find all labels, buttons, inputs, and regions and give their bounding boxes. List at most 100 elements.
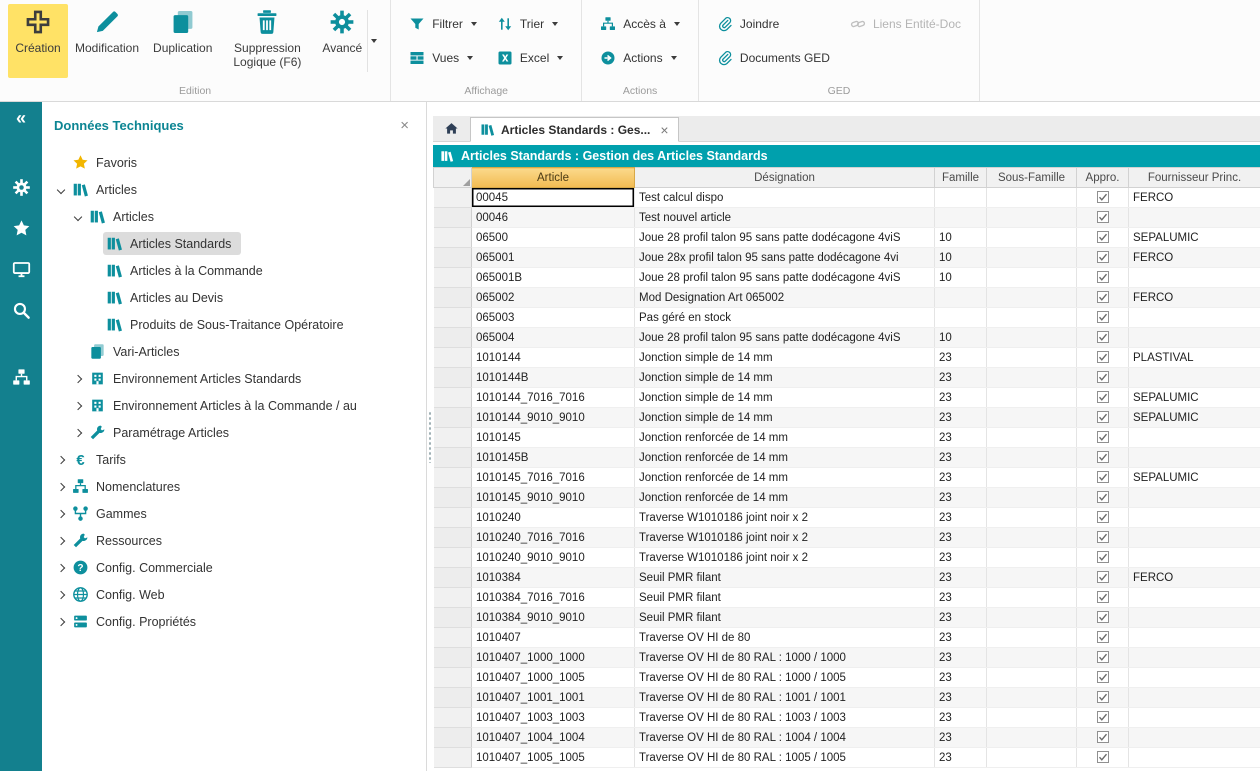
appro-checkbox[interactable] [1097, 351, 1109, 363]
chevron-right-icon[interactable] [69, 376, 86, 382]
article-cell[interactable]: 1010407_1000_1000 [472, 648, 635, 668]
appro-checkbox[interactable] [1097, 311, 1109, 323]
famille-cell[interactable]: 23 [935, 428, 987, 448]
famille-cell[interactable] [935, 288, 987, 308]
sous-famille-cell[interactable] [987, 428, 1077, 448]
fournisseur-cell[interactable] [1129, 268, 1260, 288]
fournisseur-cell[interactable] [1129, 528, 1260, 548]
designation-cell[interactable]: Seuil PMR filant [635, 588, 935, 608]
article-cell[interactable]: 1010407_1000_1005 [472, 668, 635, 688]
article-cell[interactable]: 1010407_1004_1004 [472, 728, 635, 748]
table-row[interactable]: 1010384_9010_9010Seuil PMR filant23 [434, 608, 1260, 628]
fournisseur-cell[interactable]: SEPALUMIC [1129, 388, 1260, 408]
duplication-button[interactable]: Duplication [146, 4, 219, 78]
designation-cell[interactable]: Pas géré en stock [635, 308, 935, 328]
column-header-fournisseur-princ[interactable]: Fournisseur Princ. [1129, 168, 1260, 188]
table-row[interactable]: 1010240_9010_9010Traverse W1010186 joint… [434, 548, 1260, 568]
sous-famille-cell[interactable] [987, 408, 1077, 428]
appro-checkbox[interactable] [1097, 191, 1109, 203]
modification-button[interactable]: Modification [68, 4, 146, 78]
article-cell[interactable]: 00045 [472, 188, 635, 208]
sous-famille-cell[interactable] [987, 488, 1077, 508]
chevron-right-icon[interactable] [52, 619, 69, 625]
sous-famille-cell[interactable] [987, 528, 1077, 548]
fournisseur-cell[interactable] [1129, 508, 1260, 528]
row-selector[interactable] [434, 728, 472, 748]
table-row[interactable]: 06500Joue 28 profil talon 95 sans patte … [434, 228, 1260, 248]
fournisseur-cell[interactable] [1129, 728, 1260, 748]
tree-item-articles-standards[interactable]: Articles Standards [42, 230, 426, 257]
table-row[interactable]: 065003Pas géré en stock [434, 308, 1260, 328]
dropdown-arrow-icon[interactable] [467, 56, 473, 60]
sous-famille-cell[interactable] [987, 708, 1077, 728]
excel-button[interactable]: Excel [497, 46, 563, 70]
famille-cell[interactable]: 23 [935, 488, 987, 508]
filtrer-button[interactable]: Filtrer [409, 12, 477, 36]
row-selector[interactable] [434, 228, 472, 248]
tab-close-icon[interactable]: × [660, 122, 668, 138]
tree-item-gammes[interactable]: Gammes [42, 500, 426, 527]
designation-cell[interactable]: Jonction renforcée de 14 mm [635, 448, 935, 468]
iconbar-desktop-button[interactable] [9, 257, 33, 281]
article-cell[interactable]: 1010384 [472, 568, 635, 588]
sous-famille-cell[interactable] [987, 208, 1077, 228]
article-cell[interactable]: 1010144_7016_7016 [472, 388, 635, 408]
dropdown-arrow-icon[interactable] [471, 22, 477, 26]
appro-checkbox[interactable] [1097, 571, 1109, 583]
article-cell[interactable]: 00046 [472, 208, 635, 228]
famille-cell[interactable]: 23 [935, 668, 987, 688]
row-selector[interactable] [434, 528, 472, 548]
row-selector[interactable] [434, 388, 472, 408]
column-header-sous-famille[interactable]: Sous-Famille [987, 168, 1077, 188]
famille-cell[interactable]: 23 [935, 528, 987, 548]
tree-item-articles[interactable]: Articles [42, 203, 426, 230]
dropdown-arrow-icon[interactable] [674, 22, 680, 26]
table-row[interactable]: 1010144Jonction simple de 14 mm23PLASTIV… [434, 348, 1260, 368]
article-cell[interactable]: 1010384_7016_7016 [472, 588, 635, 608]
row-selector[interactable] [434, 428, 472, 448]
appro-checkbox[interactable] [1097, 671, 1109, 683]
famille-cell[interactable]: 23 [935, 568, 987, 588]
chevron-down-icon[interactable] [52, 187, 69, 193]
sous-famille-cell[interactable] [987, 468, 1077, 488]
row-selector[interactable] [434, 708, 472, 728]
fournisseur-cell[interactable] [1129, 208, 1260, 228]
famille-cell[interactable]: 23 [935, 508, 987, 528]
sous-famille-cell[interactable] [987, 608, 1077, 628]
appro-checkbox[interactable] [1097, 511, 1109, 523]
article-cell[interactable]: 1010407_1001_1001 [472, 688, 635, 708]
appro-checkbox[interactable] [1097, 291, 1109, 303]
iconbar-favorites-button[interactable] [9, 216, 33, 240]
sous-famille-cell[interactable] [987, 328, 1077, 348]
tree-item-environnement-articles-a-la-commande-au[interactable]: Environnement Articles à la Commande / a… [42, 392, 426, 419]
row-selector[interactable] [434, 648, 472, 668]
article-cell[interactable]: 065004 [472, 328, 635, 348]
designation-cell[interactable]: Traverse W1010186 joint noir x 2 [635, 548, 935, 568]
table-row[interactable]: 1010384Seuil PMR filant23FERCO [434, 568, 1260, 588]
famille-cell[interactable] [935, 308, 987, 328]
chevron-right-icon[interactable] [52, 511, 69, 517]
chevron-down-icon[interactable] [69, 214, 86, 220]
sous-famille-cell[interactable] [987, 688, 1077, 708]
appro-checkbox[interactable] [1097, 391, 1109, 403]
article-cell[interactable]: 065001 [472, 248, 635, 268]
article-cell[interactable]: 1010240_7016_7016 [472, 528, 635, 548]
appro-checkbox[interactable] [1097, 591, 1109, 603]
designation-cell[interactable]: Test calcul dispo [635, 188, 935, 208]
table-row[interactable]: 065002Mod Designation Art 065002FERCO [434, 288, 1260, 308]
appro-checkbox[interactable] [1097, 631, 1109, 643]
appro-checkbox[interactable] [1097, 611, 1109, 623]
table-row[interactable]: 1010384_7016_7016Seuil PMR filant23 [434, 588, 1260, 608]
chevron-right-icon[interactable] [52, 484, 69, 490]
sous-famille-cell[interactable] [987, 388, 1077, 408]
article-cell[interactable]: 1010407_1003_1003 [472, 708, 635, 728]
fournisseur-cell[interactable]: FERCO [1129, 248, 1260, 268]
table-row[interactable]: 1010144_9010_9010Jonction simple de 14 m… [434, 408, 1260, 428]
fournisseur-cell[interactable] [1129, 308, 1260, 328]
avance-button[interactable]: Avancé [315, 4, 382, 78]
fournisseur-cell[interactable]: FERCO [1129, 188, 1260, 208]
chevron-right-icon[interactable] [52, 592, 69, 598]
designation-cell[interactable]: Jonction simple de 14 mm [635, 388, 935, 408]
appro-checkbox[interactable] [1097, 731, 1109, 743]
iconbar-collapse-button[interactable]: « [9, 106, 33, 130]
